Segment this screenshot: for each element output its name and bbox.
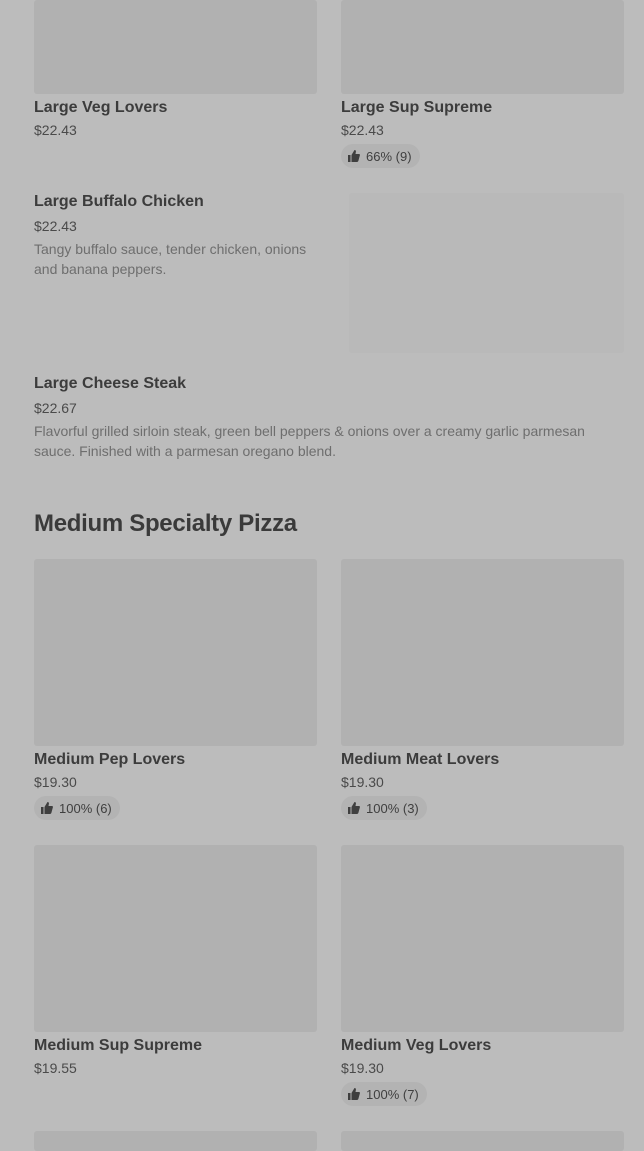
menu-item-card[interactable]: Medium Sup Supreme $19.55 <box>34 845 317 1077</box>
item-image[interactable] <box>34 845 317 1032</box>
item-price: $19.55 <box>34 1060 77 1076</box>
item-image[interactable] <box>34 0 317 94</box>
item-title: Medium Pep Lovers <box>34 751 186 768</box>
rating-badge: 100% (6) <box>34 796 120 820</box>
item-description: Flavorful grilled sirloin steak, green b… <box>34 423 585 459</box>
item-price: $22.43 <box>34 122 77 138</box>
item-image[interactable] <box>341 1131 624 1151</box>
item-image[interactable] <box>341 845 624 1032</box>
menu-item-card[interactable]: Large Sup Supreme $22.43 66% (9) <box>341 0 624 168</box>
item-image[interactable] <box>341 559 624 746</box>
menu-item-card[interactable]: Medium Veg Lovers $19.30 100% (7) <box>341 845 624 1106</box>
menu-page: Large Veg Lovers $22.43 Large Sup Suprem… <box>0 0 644 1151</box>
menu-item-card[interactable] <box>34 1131 317 1151</box>
menu-item-row[interactable]: Large Buffalo Chicken $22.43 Tangy buffa… <box>34 192 324 279</box>
item-image[interactable] <box>341 0 624 94</box>
rating-badge: 66% (9) <box>341 144 420 168</box>
item-price: $22.43 <box>34 218 77 234</box>
thumbs-up-icon <box>348 1088 360 1100</box>
rating-text: 100% (3) <box>366 800 419 816</box>
item-title: Large Sup Supreme <box>341 99 493 116</box>
item-price: $19.30 <box>341 1060 384 1076</box>
thumbs-up-icon <box>348 150 360 162</box>
rating-badge: 100% (7) <box>341 1082 427 1106</box>
menu-item-row[interactable]: Large Cheese Steak $22.67 Flavorful gril… <box>34 374 614 461</box>
menu-item-card[interactable]: Medium Pep Lovers $19.30 100% (6) <box>34 559 317 820</box>
menu-item-card[interactable] <box>341 1131 624 1151</box>
item-image[interactable] <box>34 559 317 746</box>
item-price: $19.30 <box>341 774 384 790</box>
rating-text: 100% (6) <box>59 800 112 816</box>
item-title: Medium Veg Lovers <box>341 1037 492 1054</box>
section-title: Medium Specialty Pizza <box>34 510 297 537</box>
menu-item-card[interactable]: Medium Meat Lovers $19.30 100% (3) <box>341 559 624 820</box>
item-image[interactable] <box>349 193 624 353</box>
thumbs-up-icon <box>348 802 360 814</box>
item-title: Medium Sup Supreme <box>34 1037 203 1054</box>
item-price: $22.67 <box>34 400 77 416</box>
menu-item-card[interactable]: Large Veg Lovers $22.43 <box>34 0 317 139</box>
thumbs-up-icon <box>41 802 53 814</box>
item-title: Large Cheese Steak <box>34 375 187 392</box>
item-price: $22.43 <box>341 122 384 138</box>
item-title: Large Buffalo Chicken <box>34 193 204 210</box>
item-image[interactable] <box>34 1131 317 1151</box>
item-title: Large Veg Lovers <box>34 99 168 116</box>
item-price: $19.30 <box>34 774 77 790</box>
item-title: Medium Meat Lovers <box>341 751 500 768</box>
rating-badge: 100% (3) <box>341 796 427 820</box>
rating-text: 100% (7) <box>366 1086 419 1102</box>
rating-text: 66% (9) <box>366 148 412 164</box>
item-description: Tangy buffalo sauce, tender chicken, oni… <box>34 241 307 277</box>
